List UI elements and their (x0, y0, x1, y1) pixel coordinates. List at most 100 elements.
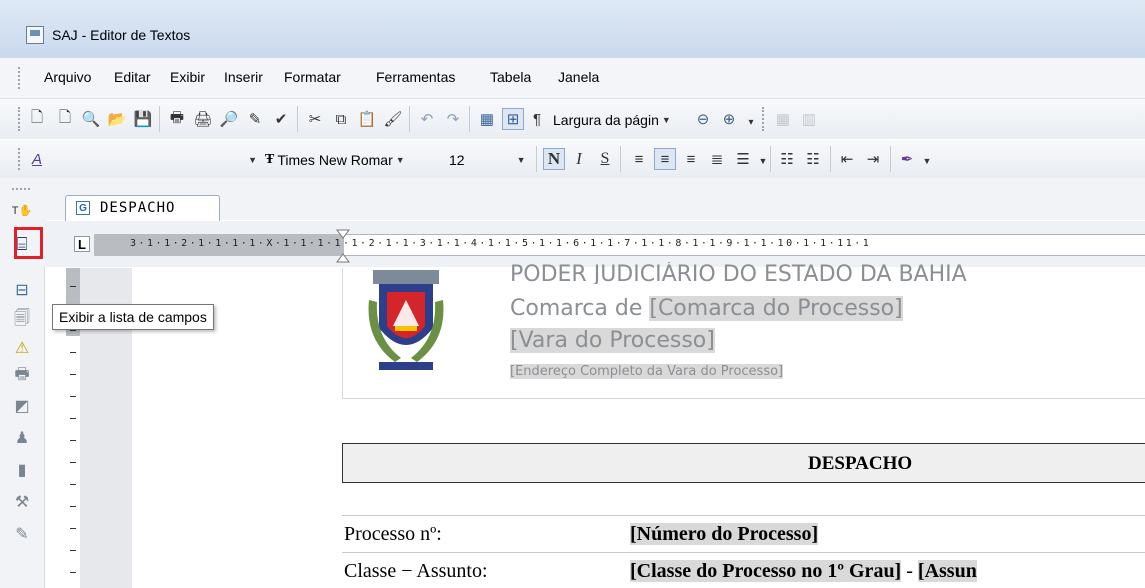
pilcrow-icon[interactable]: ¶ (526, 108, 548, 130)
menu-editar[interactable]: Editar (110, 67, 155, 87)
indent-marker[interactable] (336, 228, 350, 264)
truetype-icon: Ŧ (265, 152, 275, 167)
highlight-box (14, 227, 43, 259)
menu-inserir[interactable]: Inserir (220, 67, 267, 87)
style-select[interactable]: ▼ (76, 148, 258, 172)
text-tool-icon[interactable]: T✋ (10, 198, 34, 222)
line-spacing-icon[interactable]: ☰ (732, 148, 754, 170)
processo-value: [Número do Processo] (630, 523, 819, 546)
format-painter-icon[interactable]: 🖌 (382, 108, 404, 130)
page-preview-icon[interactable]: 🔎 (218, 108, 240, 130)
printer-icon[interactable]: 🖶 (10, 364, 34, 388)
separator (620, 146, 621, 172)
ruler-tick (70, 572, 76, 573)
print-preview-icon[interactable]: 🖨 (192, 108, 214, 130)
endereco-field[interactable]: [Endereço Completo da Vara do Processo] (510, 364, 784, 379)
separator (536, 146, 537, 172)
increase-indent-icon[interactable]: ⇥ (862, 148, 884, 170)
open-folder-icon[interactable]: 📂 (106, 108, 128, 130)
toolbar-grip[interactable] (18, 148, 22, 170)
decrease-indent-icon[interactable]: ⇤ (836, 148, 858, 170)
menu-janela[interactable]: Janela (554, 67, 603, 87)
document-title-box: DESPACHO (342, 443, 1145, 483)
menu-formatar[interactable]: Formatar (280, 67, 345, 87)
tools-icon[interactable]: ⚒ (10, 490, 34, 514)
find-icon[interactable]: 🔍 (80, 108, 102, 130)
comarca-prefix: Comarca de (510, 296, 650, 321)
spellcheck-icon[interactable]: ✎ (244, 108, 266, 130)
separator (469, 106, 470, 132)
chevron-down-icon: ▼ (395, 155, 405, 165)
italic-button[interactable]: I (568, 148, 590, 170)
new-document-icon[interactable]: 🗋 (26, 108, 48, 130)
cut-icon[interactable]: ✂ (304, 108, 326, 130)
document-header (342, 268, 1145, 399)
numbered-list-icon[interactable]: ☷ (802, 148, 824, 170)
document-type-icon: G (76, 201, 90, 215)
comarca-line: Comarca de [Comarca do Processo] (510, 296, 903, 321)
font-value: Times New Romar (277, 152, 393, 168)
bold-button[interactable]: N (543, 148, 565, 170)
toolbar-grip[interactable] (18, 107, 22, 131)
coat-of-arms-image (368, 270, 444, 370)
underline-button[interactable]: S (594, 148, 616, 170)
vara-field[interactable]: [Vara do Processo] (510, 328, 715, 353)
separator (297, 106, 298, 132)
grid-icon[interactable]: ⊞ (502, 108, 524, 130)
abc-check-icon[interactable]: ✔ (270, 108, 292, 130)
tooltip: Exibir a lista de campos (52, 304, 214, 330)
insert-field-icon[interactable]: ⊟ (10, 278, 34, 302)
comarca-field[interactable]: [Comarca do Processo] (649, 296, 903, 321)
edit-icon[interactable]: ✎ (10, 522, 34, 546)
highlight-pen-icon[interactable]: ✒ (896, 148, 918, 170)
blank-page-icon[interactable]: 🗋 (54, 108, 76, 130)
align-left-icon[interactable]: ≡ (628, 148, 650, 170)
processo-label: Processo nº: (344, 523, 442, 545)
toolbar-grip[interactable] (762, 107, 766, 131)
copy-icon[interactable]: ⧉ (330, 108, 352, 130)
zoom-out-icon[interactable]: ⊖ (692, 108, 714, 130)
save-icon[interactable]: 💾 (132, 108, 154, 130)
font-select[interactable]: Ŧ Times New Romar ▼ (264, 148, 406, 172)
separator (770, 146, 771, 172)
title-bar: SAJ - Editor de Textos (0, 0, 1145, 58)
zoom-select[interactable]: Largura da págin ▼ (552, 108, 672, 132)
ruler-tick (70, 462, 76, 463)
menu-arquivo[interactable]: Arquivo (40, 67, 95, 87)
toolbar-grip[interactable] (12, 188, 30, 192)
bookmark-icon[interactable]: ▮ (10, 458, 34, 482)
page-icon[interactable]: ◩ (10, 394, 34, 418)
print-icon[interactable]: 🖶 (166, 108, 188, 130)
menubar-grip[interactable] (18, 67, 22, 89)
document-icon[interactable]: 🗐 (10, 308, 34, 332)
tab-stop-selector[interactable]: L (74, 236, 90, 252)
tab-label: DESPACHO (100, 200, 176, 216)
ruler-tick (70, 330, 76, 331)
justify-icon[interactable]: ≣ (706, 148, 728, 170)
align-center-icon[interactable]: ≡ (654, 148, 676, 170)
warning-icon[interactable]: ⚠ (10, 336, 34, 360)
font-size-select[interactable]: 12 ▼ (448, 148, 530, 172)
classe-value: [Classe do Processo no 1º Grau] - [Assun (630, 560, 977, 583)
bullet-list-icon[interactable]: ☷ (776, 148, 798, 170)
chevron-down-icon[interactable]: ▾ (740, 111, 762, 133)
menu-tabela[interactable]: Tabela (486, 67, 535, 87)
chevron-down-icon: ▼ (248, 155, 257, 165)
assunto-field[interactable]: [Assun (917, 560, 977, 582)
ruler-tick (70, 506, 76, 507)
menu-exibir[interactable]: Exibir (166, 67, 209, 87)
zoom-in-icon[interactable]: ⊕ (718, 108, 740, 130)
table-icon[interactable]: ▦ (476, 108, 498, 130)
menu-ferramentas[interactable]: Ferramentas (372, 67, 459, 87)
stamp-icon[interactable]: ♟ (10, 426, 34, 450)
chevron-down-icon[interactable]: ▼ (916, 150, 938, 172)
redo-icon[interactable]: ↷ (442, 108, 464, 130)
paste-icon[interactable]: 📋 (356, 108, 378, 130)
classe-processo-field[interactable]: [Classe do Processo no 1º Grau] (630, 560, 902, 582)
undo-icon[interactable]: ↶ (416, 108, 438, 130)
tab-despacho[interactable]: G DESPACHO (65, 195, 220, 221)
ruler-ticks: 3·1·1·2·1·1·1·1·X·1·1·1·1·1·2·1·1·3·1·1·… (130, 238, 872, 249)
numero-processo-field[interactable]: [Número do Processo] (630, 523, 819, 545)
chevron-down-icon: ▼ (516, 155, 526, 165)
align-right-icon[interactable]: ≡ (680, 148, 702, 170)
